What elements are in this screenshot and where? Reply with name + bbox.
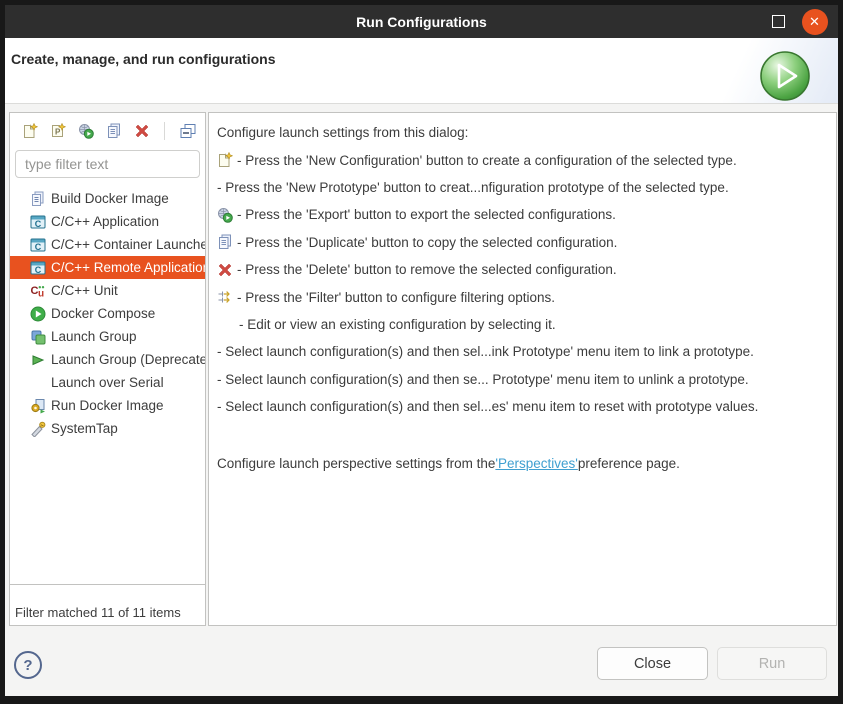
export-icon[interactable]: [77, 123, 94, 140]
help-line-text: - Press the 'Delete' button to remove th…: [237, 262, 617, 277]
run-launch-icon: [759, 50, 811, 102]
tree-item[interactable]: C C/C++ Container Launcher: [10, 233, 205, 256]
titlebar[interactable]: Run Configurations ✕: [5, 5, 838, 38]
help-line: - Press the 'Duplicate' button to copy t…: [217, 229, 836, 256]
tree-item-label: SystemTap: [51, 421, 118, 436]
tree-item[interactable]: SystemTap: [10, 417, 205, 440]
new-configuration-icon: [217, 152, 233, 168]
duplicate-icon[interactable]: [105, 123, 122, 140]
svg-text:C: C: [35, 219, 42, 229]
help-line-text: - Press the 'Export' button to export th…: [237, 207, 616, 222]
tree-item[interactable]: C C/C++ Application: [10, 210, 205, 233]
filter-input[interactable]: [15, 150, 200, 178]
c-app-icon: C: [30, 214, 46, 230]
help-line: - Select launch configuration(s) and the…: [217, 393, 836, 420]
c-app-icon: C: [30, 260, 46, 276]
help-line-text: - Press the 'Filter' button to configure…: [237, 290, 555, 305]
collapse-all-icon[interactable]: [179, 123, 196, 140]
filter-status: Filter matched 11 of 11 items: [15, 605, 204, 620]
run-configurations-dialog: Run Configurations ✕ Create, manage, and…: [0, 0, 843, 704]
tree-item-label: C/C++ Unit: [51, 283, 118, 298]
window-title: Run Configurations: [356, 14, 487, 30]
tree-item[interactable]: Launch over Serial: [10, 371, 205, 394]
configuration-tree[interactable]: Build Docker Image C C/C++ Application C C/C…: [10, 187, 205, 585]
perspective-text-before: Configure launch perspective settings fr…: [217, 456, 495, 471]
help-line-text: - Select launch configuration(s) and the…: [217, 399, 758, 414]
perspective-text-after: preference page.: [578, 456, 680, 471]
blank-icon: [30, 375, 46, 391]
tree-item[interactable]: Run Docker Image: [10, 394, 205, 417]
help-line-text: - Edit or view an existing configuration…: [239, 317, 556, 332]
c-app-icon: C: [30, 237, 46, 253]
docker-compose-icon: [30, 306, 46, 322]
tree-item[interactable]: Build Docker Image: [10, 187, 205, 210]
help-line: Configure launch settings from this dial…: [217, 119, 836, 146]
tree-item-label: C/C++ Application: [51, 214, 159, 229]
perspective-help-line: Configure launch perspective settings fr…: [217, 450, 836, 477]
help-line: - Select launch configuration(s) and the…: [217, 366, 836, 393]
sidebar-toolbar: P: [10, 113, 205, 144]
tree-item[interactable]: Launch Group: [10, 325, 205, 348]
dialog-content: Create, manage, and run configurations: [5, 38, 838, 696]
svg-text:P: P: [55, 128, 61, 137]
svg-text:u: u: [38, 288, 44, 299]
svg-text:C: C: [35, 265, 42, 275]
tree-item-label: C/C++ Container Launcher: [51, 237, 205, 252]
tree-item-label: Launch Group (Deprecated): [51, 352, 205, 367]
help-line: - Press the 'Filter' button to configure…: [217, 283, 836, 310]
help-line-text: - Select launch configuration(s) and the…: [217, 372, 749, 387]
systemtap-icon: [30, 421, 46, 437]
tree-item[interactable]: Docker Compose: [10, 302, 205, 325]
new-configuration-icon[interactable]: [21, 123, 38, 140]
docker-build-icon: [30, 191, 46, 207]
question-mark-icon: ?: [23, 657, 32, 674]
page-title: Create, manage, and run configurations: [11, 51, 276, 67]
help-line: - Press the 'Export' button to export th…: [217, 201, 836, 228]
maximize-button[interactable]: [765, 5, 791, 38]
help-line: - Select launch configuration(s) and the…: [217, 338, 836, 365]
help-line: - Press the 'New Configuration' button t…: [217, 146, 836, 173]
delete-icon[interactable]: [133, 123, 150, 140]
dialog-header: Create, manage, and run configurations: [5, 38, 838, 104]
toolbar-separator: [164, 122, 165, 140]
close-x-icon: ✕: [802, 9, 828, 35]
tree-item-label: Launch Group: [51, 329, 137, 344]
duplicate-icon: [217, 234, 233, 250]
close-window-button[interactable]: ✕: [801, 5, 828, 38]
help-line: - Edit or view an existing configuration…: [217, 311, 836, 338]
new-prototype-icon[interactable]: P: [49, 123, 66, 140]
run-button[interactable]: Run: [717, 647, 827, 680]
tree-item-label: Launch over Serial: [51, 375, 164, 390]
square-outline-icon: [772, 15, 785, 28]
svg-text:C: C: [35, 242, 42, 252]
delete-icon: [217, 262, 233, 278]
tree-item-label: Build Docker Image: [51, 191, 169, 206]
help-button[interactable]: ?: [14, 651, 42, 679]
help-line-text: - Select launch configuration(s) and the…: [217, 344, 754, 359]
launch-group-deprecated-icon: [30, 352, 46, 368]
perspectives-link[interactable]: 'Perspectives': [495, 456, 577, 471]
help-panel: Configure launch settings from this dial…: [208, 112, 837, 626]
tree-item[interactable]: C C/C++ Remote Application: [10, 256, 205, 279]
help-line-text: - Press the 'New Configuration' button t…: [237, 153, 737, 168]
run-docker-icon: [30, 398, 46, 414]
configurations-sidebar: P Build Docker ImageCC/C++ ApplicationCC…: [9, 112, 206, 626]
help-line: - Press the 'New Prototype' button to cr…: [217, 174, 836, 201]
tree-item-label: Docker Compose: [51, 306, 155, 321]
launch-group-icon: [30, 329, 46, 345]
help-line-text: Configure launch settings from this dial…: [217, 125, 468, 140]
help-line: - Press the 'Delete' button to remove th…: [217, 256, 836, 283]
close-button[interactable]: Close: [597, 647, 708, 680]
tree-item[interactable]: Cu C/C++ Unit: [10, 279, 205, 302]
tree-item[interactable]: Launch Group (Deprecated): [10, 348, 205, 371]
c-unit-icon: Cu: [30, 283, 46, 299]
help-line-text: - Press the 'New Prototype' button to cr…: [217, 180, 729, 195]
tree-item-label: Run Docker Image: [51, 398, 164, 413]
tree-item-label: C/C++ Remote Application: [51, 260, 205, 275]
filter-icon: [217, 289, 233, 305]
help-line-text: - Press the 'Duplicate' button to copy t…: [237, 235, 617, 250]
export-icon: [217, 207, 233, 223]
